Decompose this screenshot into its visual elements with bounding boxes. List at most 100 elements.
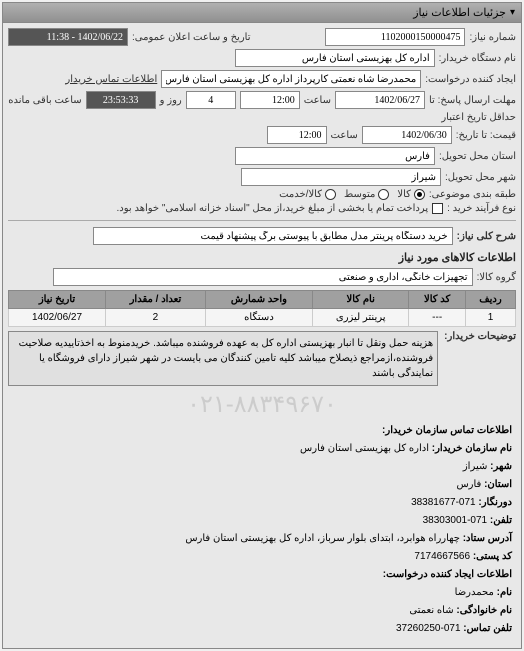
radio-goods-circle (414, 189, 425, 200)
request-number-input[interactable] (325, 28, 465, 46)
summary-label: شرح کلی نیاز: (457, 231, 516, 242)
remaining-label: ساعت باقی مانده (8, 95, 81, 106)
response-time-input[interactable] (240, 91, 300, 109)
device-name-input[interactable] (235, 49, 435, 67)
family-label: نام خانوادگی: (456, 605, 512, 616)
summary-input[interactable] (93, 227, 453, 245)
price-date-row: قیمت: تا تاریخ: ساعت (8, 126, 516, 144)
creator-label: ایجاد کننده درخواست: (425, 74, 516, 85)
creator-row: ایجاد کننده درخواست: اطلاعات تماس خریدار (8, 70, 516, 88)
validity-label: حداقل تاریخ اعتبار (441, 112, 516, 123)
city-value: شیراز (463, 461, 488, 472)
contact-phone-label: تلفن تماس: (463, 623, 512, 634)
announce-date-input[interactable] (8, 28, 128, 46)
remaining-time-input[interactable] (86, 91, 156, 109)
delivery-city-label: شهر محل تحویل: (445, 172, 516, 183)
items-table: ردیف کد کالا نام کالا واحد شمارش تعداد /… (8, 290, 516, 327)
postal-label: کد پستی: (473, 551, 512, 562)
province-value: فارس (456, 479, 481, 490)
th-date: تاریخ نیاز (9, 291, 106, 309)
items-section-title: اطلاعات کالاهای مورد نیاز (8, 251, 516, 264)
days-label: روز و (160, 95, 182, 106)
buyer-contact-link[interactable]: اطلاعات تماس خریدار (65, 74, 157, 85)
name-value: محمدرضا (455, 587, 494, 598)
buyer-name-value: اداره کل بهزیستی استان فارس (300, 443, 429, 454)
delivery-province-input[interactable] (235, 147, 435, 165)
delivery-city-input[interactable] (241, 168, 441, 186)
radio-medium[interactable]: متوسط (344, 189, 389, 200)
panel-header: ▾ جزئیات اطلاعات نیاز (3, 3, 521, 23)
address-value: چهارراه هوابرد، ابتدای بلوار سرباز، ادار… (185, 533, 460, 544)
cell-date: 1402/06/27 (9, 309, 106, 327)
table-row[interactable]: 1 --- پرینتر لیزری دستگاه 2 1402/06/27 (9, 309, 516, 327)
category-label: طبقه بندی موضوعی: (429, 189, 516, 200)
device-name-row: نام دستگاه خریدار: (8, 49, 516, 67)
delivery-province-label: استان محل تحویل: (439, 151, 516, 162)
th-unit: واحد شمارش (205, 291, 312, 309)
phone-label: تلفن: (490, 515, 512, 526)
fax-value: 071-38381677 (411, 497, 476, 508)
th-row: ردیف (465, 291, 515, 309)
validity-time-input[interactable] (267, 126, 327, 144)
contact-title: اطلاعات تماس سازمان خریدار: (382, 425, 512, 436)
collapse-icon[interactable]: ▾ (510, 7, 515, 18)
price-label: قیمت: تا تاریخ: (456, 130, 516, 141)
notes-row: توضیحات خریدار: هزینه حمل ونقل تا انبار … (8, 331, 516, 386)
delivery-province-row: استان محل تحویل: (8, 147, 516, 165)
group-label: گروه کالا: (477, 272, 516, 283)
phone-value: 071-38303001 (423, 515, 488, 526)
watermark-phone: ۰۲۱-۸۸۳۴۹۶۷۰ (8, 390, 516, 419)
fax-label: دورنگار: (478, 497, 512, 508)
summary-row: شرح کلی نیاز: (8, 227, 516, 245)
contact-section: اطلاعات تماس سازمان خریدار: نام سازمان خ… (8, 419, 516, 643)
name-label: نام: (497, 587, 512, 598)
purchase-type-label: نوع فرآیند خرید : (447, 203, 516, 214)
creator-input[interactable] (161, 70, 421, 88)
response-deadline-row: مهلت ارسال پاسخ: تا ساعت روز و ساعت باقی… (8, 91, 516, 109)
group-row: گروه کالا: (8, 268, 516, 286)
purchase-type-row: نوع فرآیند خرید : پرداخت تمام یا بخشی از… (8, 203, 516, 214)
delivery-city-row: شهر محل تحویل: (8, 168, 516, 186)
radio-medium-circle (378, 189, 389, 200)
th-name: نام کالا (313, 291, 409, 309)
notes-text: هزینه حمل ونقل تا انبار بهزیستی اداره کل… (8, 331, 438, 386)
radio-service[interactable]: کالا/خدمت (279, 189, 336, 200)
device-name-label: نام دستگاه خریدار: (439, 53, 516, 64)
treasury-checkbox[interactable] (432, 203, 443, 214)
cell-unit: دستگاه (205, 309, 312, 327)
th-code: کد کالا (409, 291, 466, 309)
time-label-1: ساعت (304, 95, 331, 106)
cell-row: 1 (465, 309, 515, 327)
panel-title: جزئیات اطلاعات نیاز (413, 6, 506, 19)
th-qty: تعداد / مقدار (106, 291, 206, 309)
group-input[interactable] (53, 268, 473, 286)
details-panel: ▾ جزئیات اطلاعات نیاز شماره نیاز: تاریخ … (2, 2, 522, 649)
validity-date-input[interactable] (362, 126, 452, 144)
creator-info-label: اطلاعات ایجاد کننده درخواست: (383, 569, 512, 580)
request-number-label: شماره نیاز: (469, 32, 516, 43)
address-label: آدرس ستاد: (463, 533, 512, 544)
category-row: طبقه بندی موضوعی: کالا متوسط کالا/خدمت (8, 189, 516, 200)
cell-name: پرینتر لیزری (313, 309, 409, 327)
request-number-row: شماره نیاز: تاریخ و ساعت اعلان عمومی: (8, 28, 516, 46)
province-label: استان: (484, 479, 512, 490)
treasury-text: پرداخت تمام یا بخشی از مبلغ خرید،از محل … (117, 203, 429, 214)
contact-phone-value: 071-37260250 (396, 623, 461, 634)
response-label: مهلت ارسال پاسخ: تا (429, 95, 516, 106)
category-radio-group: کالا متوسط کالا/خدمت (279, 189, 425, 200)
response-date-input[interactable] (335, 91, 425, 109)
announce-label: تاریخ و ساعت اعلان عمومی: (132, 32, 251, 43)
radio-goods[interactable]: کالا (397, 189, 425, 200)
cell-qty: 2 (106, 309, 206, 327)
table-header-row: ردیف کد کالا نام کالا واحد شمارش تعداد /… (9, 291, 516, 309)
postal-value: 7174667566 (414, 551, 470, 562)
city-label: شهر: (490, 461, 512, 472)
time-label-2: ساعت (331, 130, 358, 141)
radio-service-circle (325, 189, 336, 200)
notes-label: توضیحات خریدار: (444, 331, 516, 342)
days-input[interactable] (186, 91, 236, 109)
family-value: شاه نعمتی (409, 605, 453, 616)
validity-row: حداقل تاریخ اعتبار (8, 112, 516, 123)
cell-code: --- (409, 309, 466, 327)
buyer-name-label: نام سازمان خریدار: (432, 443, 512, 454)
